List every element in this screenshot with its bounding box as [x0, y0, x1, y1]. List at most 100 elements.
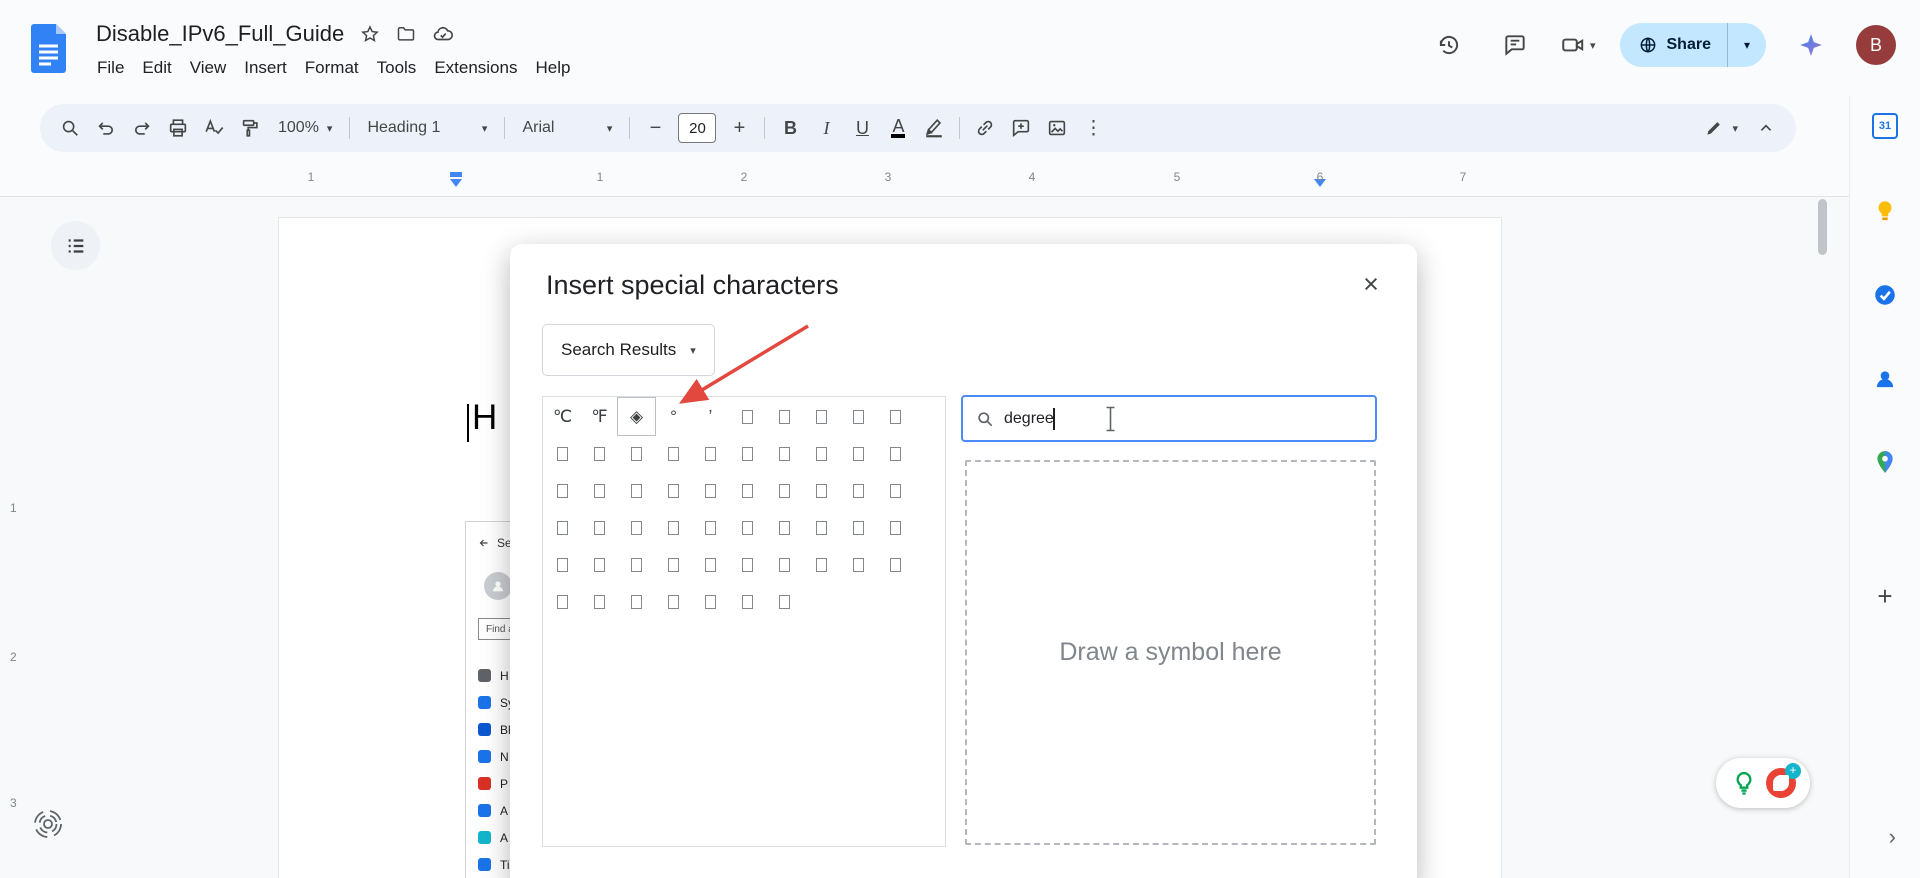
special-character-cell[interactable]: [581, 546, 618, 583]
increase-font-size-button[interactable]: +: [721, 110, 757, 146]
special-character-cell[interactable]: [766, 509, 803, 546]
special-character-cell[interactable]: [877, 472, 914, 509]
avatar[interactable]: B: [1856, 25, 1896, 65]
insert-image-button[interactable]: [1039, 110, 1075, 146]
symbol-search-input[interactable]: [1004, 410, 1363, 428]
special-character-cell[interactable]: [840, 435, 877, 472]
special-character-cell[interactable]: [729, 509, 766, 546]
docs-logo-icon[interactable]: [30, 22, 70, 74]
menu-edit[interactable]: Edit: [133, 54, 180, 82]
bold-button[interactable]: B: [772, 110, 808, 146]
special-character-cell[interactable]: [581, 472, 618, 509]
accessibility-icon[interactable]: [26, 802, 70, 846]
special-character-cell[interactable]: ℉: [581, 398, 618, 435]
share-dropdown-icon[interactable]: ▾: [1728, 38, 1766, 52]
special-character-cell[interactable]: [729, 398, 766, 435]
hide-side-panel-icon[interactable]: ›: [1889, 824, 1896, 850]
keep-icon[interactable]: [1865, 191, 1905, 231]
font-select[interactable]: Arial▾: [512, 119, 622, 137]
close-icon[interactable]: ×: [1353, 266, 1389, 302]
special-character-cell[interactable]: [729, 472, 766, 509]
editing-mode-button[interactable]: ▾: [1694, 118, 1748, 138]
special-character-cell[interactable]: [803, 398, 840, 435]
special-character-cell[interactable]: [803, 472, 840, 509]
extension-badge-icon[interactable]: +: [1766, 768, 1796, 798]
special-character-cell[interactable]: [581, 435, 618, 472]
left-indent-marker[interactable]: [450, 179, 462, 193]
first-line-indent-marker[interactable]: [450, 172, 462, 177]
version-history-icon[interactable]: [1428, 24, 1470, 66]
highlight-color-button[interactable]: [916, 110, 952, 146]
special-character-cell[interactable]: [544, 546, 581, 583]
contacts-icon[interactable]: [1865, 359, 1905, 399]
special-character-cell[interactable]: ℃: [544, 398, 581, 435]
special-character-cell[interactable]: [766, 546, 803, 583]
special-character-cell[interactable]: ◈: [618, 398, 655, 435]
menu-insert[interactable]: Insert: [235, 54, 296, 82]
special-character-cell[interactable]: [877, 435, 914, 472]
special-character-cell[interactable]: [729, 435, 766, 472]
vertical-scrollbar[interactable]: [1818, 199, 1827, 255]
gemini-icon[interactable]: [1790, 24, 1832, 66]
special-character-cell[interactable]: [544, 509, 581, 546]
special-character-cell[interactable]: [544, 435, 581, 472]
special-character-cell[interactable]: [655, 509, 692, 546]
special-character-cell[interactable]: [618, 583, 655, 620]
spellcheck-button[interactable]: [196, 110, 232, 146]
special-character-cell[interactable]: [618, 509, 655, 546]
redo-button[interactable]: [124, 110, 160, 146]
special-character-cell[interactable]: [618, 435, 655, 472]
menu-format[interactable]: Format: [296, 54, 368, 82]
decrease-font-size-button[interactable]: −: [637, 110, 673, 146]
special-character-cell[interactable]: [692, 583, 729, 620]
special-character-cell[interactable]: [766, 472, 803, 509]
chevron-down-icon[interactable]: ▾: [1590, 39, 1596, 52]
more-options-button[interactable]: ⋮: [1075, 110, 1111, 146]
extension-lightbulb-icon[interactable]: [1730, 769, 1758, 797]
special-character-cell[interactable]: [766, 583, 803, 620]
maps-icon[interactable]: [1865, 442, 1905, 482]
calendar-icon[interactable]: 31: [1865, 106, 1905, 146]
menu-help[interactable]: Help: [526, 54, 579, 82]
underline-button[interactable]: U: [844, 110, 880, 146]
special-character-cell[interactable]: [877, 509, 914, 546]
menu-extensions[interactable]: Extensions: [425, 54, 526, 82]
special-character-cell[interactable]: [692, 472, 729, 509]
print-button[interactable]: [160, 110, 196, 146]
special-character-cell[interactable]: [803, 435, 840, 472]
undo-button[interactable]: [88, 110, 124, 146]
special-character-cell[interactable]: [840, 546, 877, 583]
add-comment-button[interactable]: [1003, 110, 1039, 146]
comments-icon[interactable]: [1494, 24, 1536, 66]
special-character-cell[interactable]: [618, 472, 655, 509]
insert-link-button[interactable]: [967, 110, 1003, 146]
draw-symbol-area[interactable]: Draw a symbol here: [965, 460, 1376, 845]
special-character-cell[interactable]: [655, 583, 692, 620]
share-button[interactable]: Share ▾: [1620, 23, 1767, 67]
special-character-cell[interactable]: [655, 546, 692, 583]
search-menus-icon[interactable]: [52, 110, 88, 146]
menu-file[interactable]: File: [88, 54, 133, 82]
ruler-vertical[interactable]: 123: [6, 196, 26, 878]
special-character-cell[interactable]: [877, 398, 914, 435]
special-character-cell[interactable]: [803, 509, 840, 546]
special-character-cell[interactable]: [729, 546, 766, 583]
special-character-cell[interactable]: [655, 472, 692, 509]
special-character-cell[interactable]: [766, 435, 803, 472]
special-character-cell[interactable]: [840, 398, 877, 435]
special-character-cell[interactable]: °: [655, 398, 692, 435]
menu-view[interactable]: View: [181, 54, 236, 82]
special-character-cell[interactable]: [655, 435, 692, 472]
special-character-cell[interactable]: [581, 509, 618, 546]
font-size-input[interactable]: 20: [678, 113, 716, 143]
menu-tools[interactable]: Tools: [368, 54, 426, 82]
hide-menus-button[interactable]: [1748, 110, 1784, 146]
meet-button[interactable]: ▾: [1560, 32, 1596, 58]
special-character-cell[interactable]: [544, 472, 581, 509]
category-select[interactable]: Search Results ▾: [542, 324, 715, 376]
special-character-cell[interactable]: [692, 509, 729, 546]
special-character-cell[interactable]: [581, 583, 618, 620]
show-outline-button[interactable]: [51, 221, 100, 270]
doc-title[interactable]: Disable_IPv6_Full_Guide: [96, 21, 344, 47]
paint-format-button[interactable]: [232, 110, 268, 146]
